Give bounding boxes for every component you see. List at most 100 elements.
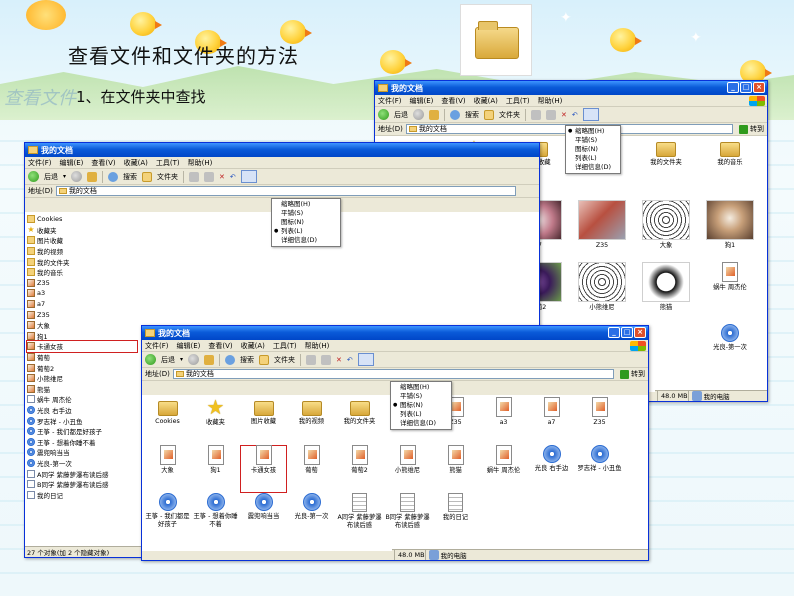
menu-item[interactable]: 收藏(A) (474, 96, 498, 106)
icon-item[interactable]: 震兜响当当 (240, 493, 287, 541)
list-item[interactable]: 光良 右手边 (27, 405, 137, 416)
views-button[interactable] (582, 108, 599, 121)
up-folder-icon[interactable] (429, 109, 439, 120)
delete-icon[interactable]: ✕ (561, 111, 567, 119)
forward-arrow-icon[interactable] (188, 354, 200, 365)
views-menu-item[interactable]: 列表(L) (272, 227, 340, 236)
delete-icon[interactable]: ✕ (219, 173, 225, 181)
list-item[interactable]: 葡萄 (27, 352, 137, 363)
list-item[interactable]: 狗1 (27, 331, 137, 342)
icon-item[interactable]: 大象 (144, 445, 191, 493)
icon-item[interactable]: Cookies (144, 397, 191, 445)
menu-item[interactable]: 收藏(A) (241, 341, 265, 351)
icon-item[interactable]: A同学 紫藤萝瀑布读后感 (336, 493, 383, 541)
maximize-button[interactable]: □ (740, 82, 752, 93)
folders-icon[interactable] (259, 354, 270, 365)
menu-item[interactable]: 工具(T) (273, 341, 297, 351)
list-item[interactable]: 卡通女孩 (26, 340, 138, 353)
search-icon[interactable] (108, 171, 119, 182)
search-icon[interactable] (450, 109, 460, 120)
maximize-button[interactable]: □ (621, 327, 633, 338)
views-menu-item[interactable]: 平铺(S) (566, 136, 620, 145)
thumbnail-item[interactable]: 大象 (635, 200, 697, 262)
forward-arrow-icon[interactable] (413, 109, 424, 120)
thumbnail-item[interactable]: Z35 (571, 200, 633, 262)
thumbnail-item[interactable]: 我的文件夹 (635, 138, 697, 200)
thumbnail-item[interactable]: 狗1 (699, 200, 761, 262)
back-arrow-icon[interactable] (378, 109, 389, 120)
list-item[interactable]: 震兜响当当 (27, 447, 137, 458)
search-button[interactable]: 搜索 (123, 172, 137, 182)
go-button[interactable]: 转到 (736, 124, 767, 134)
views-menu-item[interactable]: 详细信息(D) (391, 419, 451, 428)
menu-item[interactable]: 帮助(H) (538, 96, 563, 106)
menu-item[interactable]: 文件(F) (378, 96, 402, 106)
views-button[interactable] (357, 353, 374, 366)
back-button[interactable]: 后退 (161, 355, 175, 365)
up-folder-icon[interactable] (204, 354, 215, 365)
menu-item[interactable]: 查看(V) (441, 96, 465, 106)
menu-item[interactable]: 工具(T) (156, 158, 180, 168)
folders-icon[interactable] (484, 109, 494, 120)
folders-button[interactable]: 文件夹 (274, 355, 295, 365)
back-arrow-icon[interactable] (145, 354, 156, 365)
list-item[interactable]: 王筝 - 想着你睡不着 (27, 436, 137, 447)
views-menu-item[interactable]: 缩略图(H) (391, 383, 451, 392)
icon-item[interactable]: 王筝 - 想着你睡不着 (192, 493, 239, 541)
icon-item[interactable]: 狗1 (192, 445, 239, 493)
forward-arrow-icon[interactable] (71, 171, 83, 182)
list-item[interactable]: 蜗牛 周杰伦 (27, 394, 137, 405)
list-item[interactable]: 我的文件夹 (27, 256, 137, 267)
views-menu-item[interactable]: 图标(N) (391, 401, 451, 410)
list-item[interactable]: 葡萄2 (27, 362, 137, 373)
views-menu-item[interactable]: 缩略图(H) (566, 127, 620, 136)
icon-item[interactable]: B同学 紫藤萝瀑布读后感 (384, 493, 431, 541)
undo-icon[interactable]: ↶ (347, 356, 353, 364)
list-item[interactable]: 小熊维尼 (27, 373, 137, 384)
list-item[interactable]: Z35 (27, 309, 137, 320)
minimize-button[interactable]: _ (727, 82, 739, 93)
menu-item[interactable]: 编辑(E) (410, 96, 434, 106)
close-button[interactable]: × (753, 82, 765, 93)
folders-button[interactable]: 文件夹 (499, 110, 520, 120)
thumbnail-item[interactable]: 小熊维尼 (571, 262, 633, 324)
back-arrow-icon[interactable] (28, 171, 39, 182)
views-button[interactable] (240, 170, 257, 183)
go-button[interactable]: 转到 (617, 369, 648, 379)
move-to-icon[interactable] (189, 171, 200, 182)
list-item[interactable]: 我的日记 (27, 489, 137, 500)
list-item[interactable]: 罗志祥 - 小丑鱼 (27, 415, 137, 426)
menu-item[interactable]: 文件(F) (145, 341, 169, 351)
views-menu-item[interactable]: 列表(L) (566, 154, 620, 163)
icon-item[interactable]: 光良 右手边 (528, 445, 575, 493)
icon-item[interactable]: 图片收藏 (240, 397, 287, 445)
delete-icon[interactable]: ✕ (336, 356, 342, 364)
menu-item[interactable]: 编辑(E) (177, 341, 201, 351)
move-to-icon[interactable] (531, 109, 541, 120)
menu-item[interactable]: 查看(V) (208, 341, 232, 351)
views-menu-item[interactable]: 详细信息(D) (272, 236, 340, 245)
back-dropdown-icon[interactable]: ▾ (63, 173, 66, 180)
list-item[interactable]: A同学 紫藤萝瀑布读后感 (27, 468, 137, 479)
thumbnail-item[interactable]: 熊猫 (635, 262, 697, 324)
thumbnail-item[interactable]: 光良-第一次 (699, 324, 761, 386)
list-item[interactable]: Cookies (27, 214, 137, 225)
views-menu-item[interactable]: 缩略图(H) (272, 200, 340, 209)
icon-item[interactable]: 罗志祥 - 小丑鱼 (576, 445, 623, 493)
minimize-button[interactable]: _ (608, 327, 620, 338)
undo-icon[interactable]: ↶ (572, 111, 578, 119)
icon-item[interactable]: 熊猫 (432, 445, 479, 493)
icon-item[interactable]: 光良-第一次 (288, 493, 335, 541)
icon-item[interactable]: 葡萄 (288, 445, 335, 493)
list-item[interactable]: B同学 紫藤萝瀑布读后感 (27, 479, 137, 490)
move-to-icon[interactable] (306, 354, 317, 365)
menu-item[interactable]: 帮助(H) (305, 341, 330, 351)
icon-item[interactable]: 我的视频 (288, 397, 335, 445)
menu-item[interactable]: 收藏(A) (124, 158, 148, 168)
list-item[interactable]: Z35 (27, 278, 137, 289)
menu-item[interactable]: 查看(V) (91, 158, 115, 168)
menu-item[interactable]: 文件(F) (28, 158, 52, 168)
views-menu-item[interactable]: 列表(L) (391, 410, 451, 419)
list-item[interactable]: ★ 收藏夹 (27, 225, 137, 236)
icon-item[interactable]: 葡萄2 (336, 445, 383, 493)
